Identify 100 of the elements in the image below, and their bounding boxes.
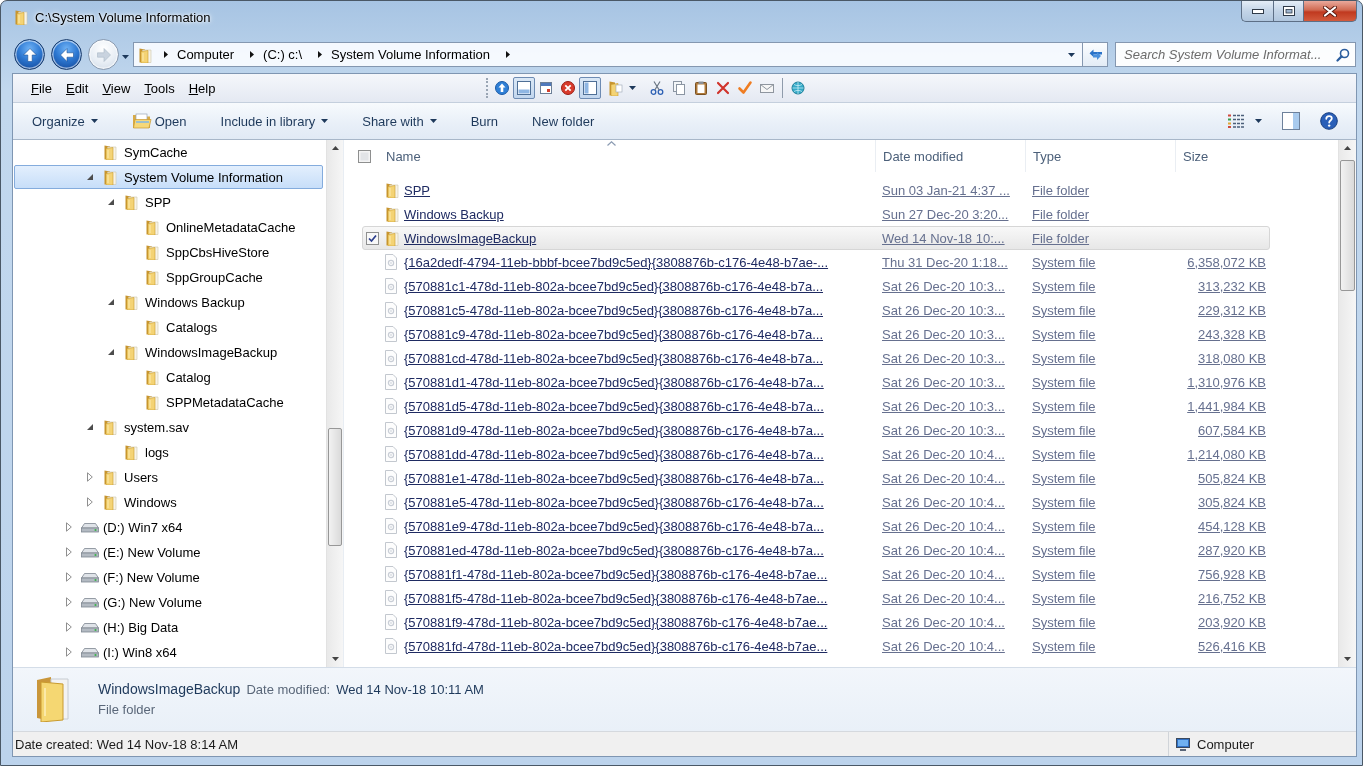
file-name[interactable]: {570881f1-478d-11eb-802a-bcee7bd9c5ed}{3808876b-c176-4e48-b7ae... xyxy=(404,566,828,582)
tree-item[interactable]: Catalogs xyxy=(144,319,218,335)
caret-down-icon[interactable] xyxy=(321,119,329,123)
file-name[interactable]: Windows Backup xyxy=(404,206,504,222)
menu-item[interactable]: Tools xyxy=(137,77,182,99)
caret-down-icon[interactable] xyxy=(1344,657,1351,661)
file-name[interactable]: {570881dd-478d-11eb-802a-bcee7bd9c5ed}{3808876b-c176-4e48-b7a... xyxy=(404,446,824,462)
date-modified: Sat 26 Dec-20 10:4... xyxy=(882,638,1005,654)
command-button[interactable]: Open xyxy=(123,108,195,134)
breadcrumb[interactable]: (C:) c:\ xyxy=(258,44,308,65)
back-button[interactable] xyxy=(51,39,82,70)
expanded-triangle-icon[interactable] xyxy=(108,299,114,305)
tree-item[interactable]: WindowsImageBackup xyxy=(123,344,278,360)
minimize-button[interactable] xyxy=(1241,1,1273,22)
tree-item[interactable]: Catalog xyxy=(144,369,211,385)
file-name[interactable]: {570881c9-478d-11eb-802a-bcee7bd9c5ed}{3808876b-c176-4e48-b7a... xyxy=(404,326,823,342)
collapsed-triangle-icon[interactable] xyxy=(87,497,93,507)
menu-item[interactable]: Edit xyxy=(58,77,96,99)
caret-down-icon[interactable] xyxy=(629,86,636,90)
collapsed-triangle-icon[interactable] xyxy=(87,472,93,482)
caret-down-icon[interactable] xyxy=(122,54,129,59)
tree-item[interactable]: (D:) Win7 x64 xyxy=(81,519,183,535)
tree-item[interactable]: OnlineMetadataCache xyxy=(144,219,296,235)
caret-down-icon[interactable] xyxy=(429,119,437,123)
collapsed-triangle-icon[interactable] xyxy=(66,622,72,632)
file-name[interactable]: SPP xyxy=(404,182,430,198)
menu-item[interactable]: Help xyxy=(181,77,223,99)
file-name[interactable]: {570881d9-478d-11eb-802a-bcee7bd9c5ed}{3808876b-c176-4e48-b7a... xyxy=(404,422,824,438)
tree-item[interactable]: logs xyxy=(123,444,169,460)
file-name[interactable]: {570881d1-478d-11eb-802a-bcee7bd9c5ed}{3808876b-c176-4e48-b7a... xyxy=(404,374,824,390)
scrollbar-thumb[interactable] xyxy=(1340,160,1355,291)
collapsed-triangle-icon[interactable] xyxy=(66,647,72,657)
caret-down-icon[interactable] xyxy=(1068,52,1075,57)
maximize-button[interactable] xyxy=(1273,1,1304,22)
tree-item[interactable]: Windows xyxy=(102,494,177,510)
close-button[interactable] xyxy=(1304,1,1357,22)
command-button[interactable]: Burn xyxy=(462,108,507,134)
tree-item[interactable]: SPPMetadataCache xyxy=(144,394,284,410)
collapsed-triangle-icon[interactable] xyxy=(66,597,72,607)
toolbar-button[interactable] xyxy=(513,77,535,99)
breadcrumb[interactable]: System Volume Information xyxy=(326,44,496,65)
file-name[interactable]: {570881d5-478d-11eb-802a-bcee7bd9c5ed}{3808876b-c176-4e48-b7a... xyxy=(404,398,824,414)
menu-item[interactable]: View xyxy=(95,77,138,99)
file-name[interactable]: {570881f5-478d-11eb-802a-bcee7bd9c5ed}{3808876b-c176-4e48-b7ae... xyxy=(404,590,828,606)
caret-up-icon[interactable] xyxy=(331,146,339,150)
checkbox[interactable] xyxy=(358,149,371,163)
tree-item[interactable]: Windows Backup xyxy=(123,294,245,310)
file-name[interactable]: {570881f9-478d-11eb-802a-bcee7bd9c5ed}{3808876b-c176-4e48-b7ae... xyxy=(404,614,828,630)
command-button[interactable]: Organize xyxy=(24,108,106,134)
file-name[interactable]: {570881e5-478d-11eb-802a-bcee7bd9c5ed}{3808876b-c176-4e48-b7a... xyxy=(404,494,824,510)
expanded-triangle-icon[interactable] xyxy=(87,174,93,180)
file-name[interactable]: {570881c5-478d-11eb-802a-bcee7bd9c5ed}{3808876b-c176-4e48-b7a... xyxy=(404,302,823,318)
column-header[interactable]: Type xyxy=(1033,148,1062,164)
caret-down-icon[interactable] xyxy=(331,657,339,661)
checkbox[interactable] xyxy=(366,231,379,245)
tree-item[interactable]: SymCache xyxy=(102,144,188,160)
toolbar-button[interactable] xyxy=(579,77,601,99)
tree-item[interactable]: SPP xyxy=(123,194,171,210)
command-button[interactable]: Share with xyxy=(354,108,445,134)
file-name[interactable]: WindowsImageBackup xyxy=(404,230,537,246)
tree-item[interactable]: Users xyxy=(102,469,158,485)
file-name[interactable]: {570881cd-478d-11eb-802a-bcee7bd9c5ed}{3808876b-c176-4e48-b7a... xyxy=(404,350,823,366)
expanded-triangle-icon[interactable] xyxy=(87,424,93,430)
menu-item[interactable]: File xyxy=(24,77,59,99)
expanded-triangle-icon[interactable] xyxy=(108,349,114,355)
column-header[interactable]: Size xyxy=(1183,148,1209,164)
caret-down-icon[interactable] xyxy=(1255,119,1262,123)
scrollbar-thumb[interactable] xyxy=(328,428,342,546)
tree-item[interactable]: (H:) Big Data xyxy=(81,619,179,635)
collapsed-triangle-icon[interactable] xyxy=(66,572,72,582)
tree-item[interactable]: (F:) New Volume xyxy=(81,569,200,585)
up-button[interactable] xyxy=(14,39,45,70)
expanded-triangle-icon[interactable] xyxy=(108,199,114,205)
column-header[interactable]: Name xyxy=(386,148,421,164)
file-name[interactable]: {570881fd-478d-11eb-802a-bcee7bd9c5ed}{3808876b-c176-4e48-b7ae... xyxy=(404,638,828,654)
scrollbar[interactable] xyxy=(326,140,343,667)
tree-item[interactable]: (E:) New Volume xyxy=(81,544,201,560)
scrollbar[interactable] xyxy=(1338,140,1356,667)
tree-item[interactable]: System Volume Information xyxy=(102,169,283,185)
file-name[interactable]: {570881e1-478d-11eb-802a-bcee7bd9c5ed}{3808876b-c176-4e48-b7a... xyxy=(404,470,824,486)
tree-item[interactable]: (G:) New Volume xyxy=(81,594,202,610)
tree-item[interactable]: system.sav xyxy=(102,419,189,435)
file-name[interactable]: {570881c1-478d-11eb-802a-bcee7bd9c5ed}{3808876b-c176-4e48-b7a... xyxy=(404,278,823,294)
caret-up-icon[interactable] xyxy=(1344,146,1351,150)
address-bar[interactable]: Computer (C:) c:\ System Volume Information xyxy=(133,42,1083,67)
file-name[interactable]: {16a2dedf-4794-11eb-bbbf-bcee7bd9c5ed}{3808876b-c176-4e48-b7ae-... xyxy=(404,254,829,270)
search-field[interactable]: Search System Volume Informat... xyxy=(1115,42,1356,67)
file-name[interactable]: {570881ed-478d-11eb-802a-bcee7bd9c5ed}{3808876b-c176-4e48-b7a... xyxy=(404,542,824,558)
collapsed-triangle-icon[interactable] xyxy=(66,522,72,532)
caret-down-icon[interactable] xyxy=(90,119,98,123)
tree-item[interactable]: SppGroupCache xyxy=(144,269,263,285)
breadcrumb[interactable]: Computer xyxy=(172,44,240,65)
command-button[interactable]: New folder xyxy=(524,108,603,134)
tree-item[interactable]: SppCbsHiveStore xyxy=(144,244,270,260)
tree-item[interactable]: (I:) Win8 x64 xyxy=(81,644,177,660)
collapsed-triangle-icon[interactable] xyxy=(66,547,72,557)
column-header[interactable]: Date modified xyxy=(883,148,964,164)
file-name[interactable]: {570881e9-478d-11eb-802a-bcee7bd9c5ed}{3808876b-c176-4e48-b7a... xyxy=(404,518,824,534)
refresh-button[interactable] xyxy=(1083,42,1108,67)
command-button[interactable]: Include in library xyxy=(212,108,337,134)
